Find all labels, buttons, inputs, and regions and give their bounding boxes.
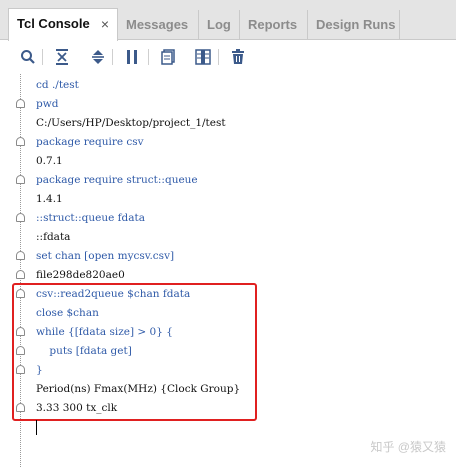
- toolbar-separator: [112, 49, 113, 65]
- fold-toggle-icon[interactable]: [16, 270, 25, 279]
- highlight-box: [12, 283, 257, 421]
- console-toolbar: [0, 41, 456, 73]
- collapse-all-icon[interactable]: [52, 47, 72, 67]
- watermark: 知乎 @猿又猿: [370, 440, 446, 454]
- toolbar-separator: [218, 49, 219, 65]
- search-icon[interactable]: [18, 47, 38, 67]
- console-line: set chan [open mycsv.csv]: [36, 250, 175, 262]
- toolbar-separator: [42, 49, 43, 65]
- close-icon[interactable]: ×: [101, 9, 109, 39]
- fold-toggle-icon[interactable]: [16, 99, 25, 108]
- tab-label: Tcl Console: [17, 16, 90, 31]
- tab-reports[interactable]: Reports: [240, 10, 308, 40]
- tab-label: Reports: [248, 17, 298, 32]
- fold-toggle-icon[interactable]: [16, 175, 25, 184]
- fold-toggle-icon[interactable]: [16, 251, 25, 260]
- columns-icon[interactable]: [193, 47, 213, 67]
- tab-tcl-console[interactable]: Tcl Console ×: [8, 8, 118, 41]
- console-line: package require csv: [36, 136, 144, 148]
- text-cursor[interactable]: [36, 420, 37, 435]
- fold-toggle-icon[interactable]: [16, 137, 25, 146]
- tab-bar: Tcl Console × Messages Log Reports Desig…: [0, 0, 456, 41]
- console-line: 0.7.1: [36, 155, 63, 167]
- tab-label: Log: [207, 17, 231, 32]
- tab-design-runs[interactable]: Design Runs: [308, 10, 400, 40]
- tab-log[interactable]: Log: [199, 10, 240, 40]
- console-line: 1.4.1: [36, 193, 63, 205]
- tab-label: Design Runs: [316, 17, 396, 32]
- console-line: ::fdata: [36, 231, 71, 243]
- tab-messages[interactable]: Messages: [118, 10, 199, 40]
- console-line: package require struct::queue: [36, 174, 198, 186]
- expand-collapse-icon[interactable]: [88, 47, 108, 67]
- tab-label: Messages: [126, 17, 189, 32]
- toolbar-separator: [148, 49, 149, 65]
- copy-icon[interactable]: [158, 47, 178, 67]
- console-line: cd ./test: [36, 79, 79, 91]
- console-line: pwd: [36, 98, 59, 110]
- delete-icon[interactable]: [228, 47, 248, 67]
- fold-toggle-icon[interactable]: [16, 213, 25, 222]
- console-line: ::struct::queue fdata: [36, 212, 145, 224]
- console-line: C:/Users/HP/Desktop/project_1/test: [36, 117, 226, 129]
- pause-icon[interactable]: [122, 47, 142, 67]
